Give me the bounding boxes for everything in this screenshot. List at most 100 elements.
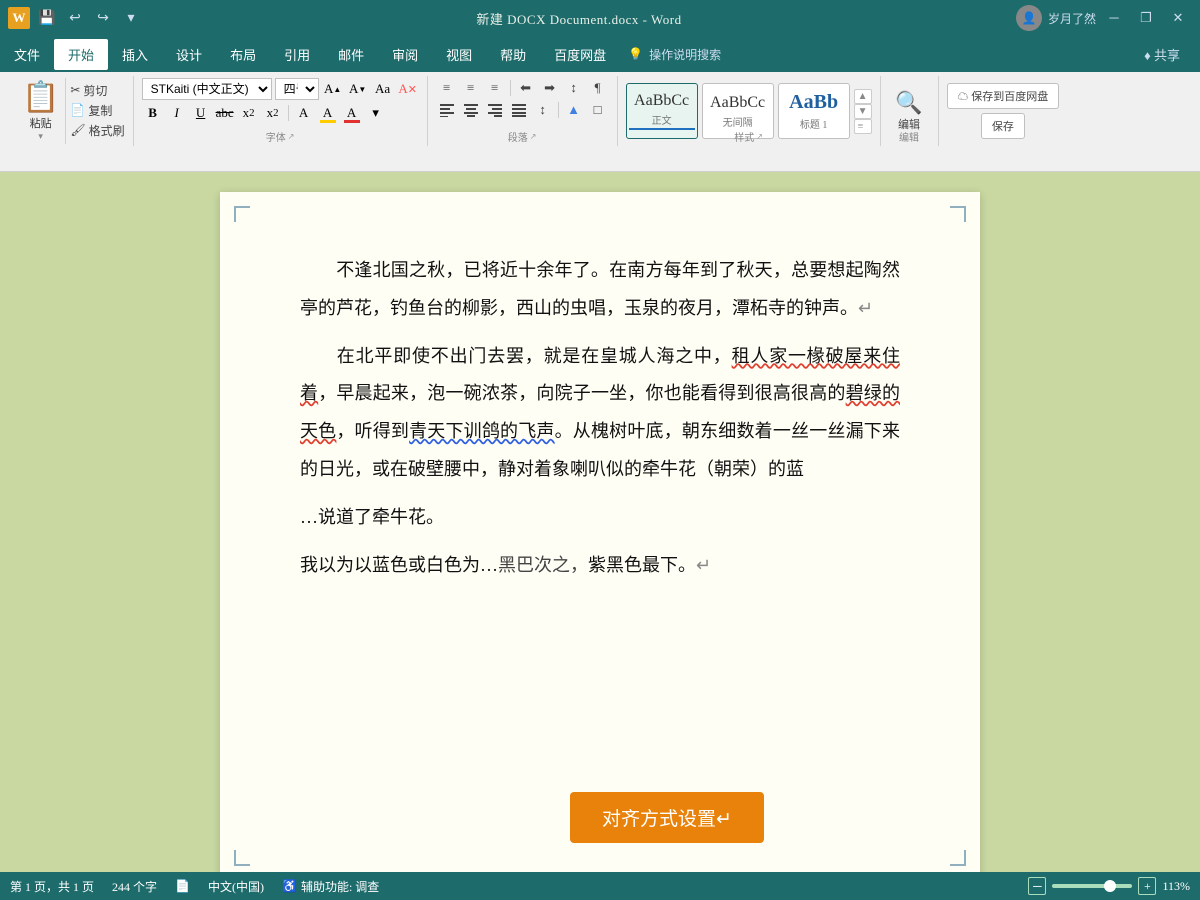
menu-layout[interactable]: 布局 bbox=[216, 39, 270, 70]
paragraph-4[interactable]: 我以为以蓝色或白色为…黑巴次之，紫黑色最下。↵ bbox=[300, 547, 900, 585]
increase-indent-btn[interactable]: ➡ bbox=[539, 78, 561, 98]
font-row2: B I U abc x2 x2 A A A ▾ bbox=[142, 102, 419, 124]
menu-review[interactable]: 审阅 bbox=[378, 39, 432, 70]
menu-home[interactable]: 开始 bbox=[54, 39, 108, 70]
baidu-save-group: ☁ 保存到百度网盘 保存 bbox=[939, 76, 1068, 146]
restore-btn[interactable]: ❐ bbox=[1132, 5, 1160, 31]
font-size-select[interactable]: 四号 bbox=[275, 78, 319, 100]
para-group-label: 段落 ↗ bbox=[428, 129, 617, 144]
change-case-btn[interactable]: Aa bbox=[372, 78, 394, 100]
styles-scroll-up[interactable]: ▲ bbox=[854, 89, 872, 104]
align-right-btn[interactable] bbox=[484, 100, 506, 120]
strikethrough-btn[interactable]: abc bbox=[214, 102, 236, 124]
minimize-btn[interactable]: ─ bbox=[1100, 5, 1128, 31]
font-family-select[interactable]: STKaiti (中文正文) bbox=[142, 78, 272, 100]
close-btn[interactable]: ✕ bbox=[1164, 5, 1192, 31]
sep3 bbox=[558, 102, 559, 118]
format-painter-btn[interactable]: 🖌 格式刷 bbox=[70, 122, 124, 139]
clear-format-btn[interactable]: A✕ bbox=[397, 78, 419, 100]
document-text[interactable]: 不逢北国之秋，已将近十余年了。在南方每年到了秋天，总要想起陶然亭的芦花，钓鱼台的… bbox=[300, 252, 900, 489]
bullets-btn[interactable]: ≡ bbox=[436, 78, 458, 98]
align-center-btn[interactable] bbox=[460, 100, 482, 120]
app-window: W 💾 ↩ ↪ ▾ 新建 DOCX Document.docx - Word 👤… bbox=[0, 0, 1200, 900]
justify-btn[interactable] bbox=[508, 100, 530, 120]
zoom-minus-btn[interactable]: ─ bbox=[1028, 877, 1046, 895]
shading-btn[interactable]: ▲ bbox=[563, 100, 585, 120]
cut-icon: ✂ bbox=[70, 83, 80, 98]
paragraph-mark-4: ↵ bbox=[696, 555, 711, 575]
cut-btn[interactable]: ✂ 剪切 bbox=[70, 82, 124, 99]
italic-btn[interactable]: I bbox=[166, 102, 188, 124]
text-effect-btn[interactable]: A bbox=[293, 102, 315, 124]
align-right-icon bbox=[487, 103, 503, 117]
align-center-icon bbox=[463, 103, 479, 117]
shrink-font-btn[interactable]: A▼ bbox=[347, 78, 369, 100]
font-color-dropdown-btn[interactable]: ▾ bbox=[365, 102, 387, 124]
customize-btn[interactable]: ▾ bbox=[120, 7, 142, 29]
menu-view[interactable]: 视图 bbox=[432, 39, 486, 70]
style-heading1-preview: AaBb bbox=[789, 91, 838, 114]
subscript-btn[interactable]: x2 bbox=[238, 102, 260, 124]
search-label: 操作说明搜索 bbox=[649, 46, 721, 63]
text-highlight-btn[interactable]: A bbox=[317, 102, 339, 124]
paragraph-3[interactable]: …说道了牵牛花。 bbox=[300, 499, 900, 537]
underline-btn[interactable]: U bbox=[190, 102, 212, 124]
font-expand-icon[interactable]: ↗ bbox=[288, 132, 295, 141]
copy-label: 复制 bbox=[88, 102, 112, 119]
document-page[interactable]: 不逢北国之秋，已将近十余年了。在南方每年到了秋天，总要想起陶然亭的芦花，钓鱼台的… bbox=[220, 192, 980, 880]
show-marks-btn[interactable]: ¶ bbox=[587, 78, 609, 98]
share-button[interactable]: ♦ 共享 bbox=[1132, 41, 1192, 68]
undo-btn[interactable]: ↩ bbox=[64, 7, 86, 29]
paragraph-2[interactable]: 在北平即使不出门去罢，就是在皇城人海之中，租人家一椽破屋来住着，早晨起来，泡一碗… bbox=[300, 338, 900, 489]
copy-btn[interactable]: 📄 复制 bbox=[70, 102, 124, 119]
menu-mailings[interactable]: 邮件 bbox=[324, 39, 378, 70]
separator bbox=[288, 105, 289, 121]
multilevel-btn[interactable]: ≡ bbox=[484, 78, 506, 98]
paragraph-group: ≡ ≡ ≡ ⬅ ➡ ↕ ¶ bbox=[428, 76, 618, 146]
sort-btn[interactable]: ↕ bbox=[563, 78, 585, 98]
save-btn[interactable]: 保存 bbox=[981, 113, 1025, 139]
style-normal-preview: AaBbCc bbox=[634, 92, 689, 110]
para-expand-icon[interactable]: ↗ bbox=[530, 132, 537, 141]
bold-btn[interactable]: B bbox=[142, 102, 164, 124]
menu-baidu[interactable]: 百度网盘 bbox=[540, 39, 620, 70]
style-no-spacing-label: 无间隔 bbox=[723, 114, 753, 129]
highlight-icon: A bbox=[323, 105, 332, 121]
search-icon: 🔍 bbox=[895, 90, 922, 116]
zoom-plus-btn[interactable]: + bbox=[1138, 877, 1156, 895]
menu-insert[interactable]: 插入 bbox=[108, 39, 162, 70]
paste-btn[interactable]: 📋 粘贴 ▾ bbox=[16, 78, 66, 144]
title-bar: W 💾 ↩ ↪ ▾ 新建 DOCX Document.docx - Word 👤… bbox=[0, 0, 1200, 36]
app-icon: W bbox=[8, 7, 30, 29]
border-btn[interactable]: □ bbox=[587, 100, 609, 120]
styles-scroll-down[interactable]: ▼ bbox=[854, 104, 872, 119]
menu-file[interactable]: 文件 bbox=[0, 39, 54, 70]
styles-scroll-btns: ▲ ▼ ≡ bbox=[854, 89, 872, 134]
user-area: 👤 岁月了然 bbox=[1016, 5, 1096, 31]
menu-references[interactable]: 引用 bbox=[270, 39, 324, 70]
zoom-slider-thumb[interactable] bbox=[1104, 880, 1116, 892]
line-spacing-btn[interactable]: ↕ bbox=[532, 100, 554, 120]
cut-label: 剪切 bbox=[83, 82, 107, 99]
word-count-item: 244 个字 bbox=[112, 878, 157, 895]
decrease-indent-btn[interactable]: ⬅ bbox=[515, 78, 537, 98]
document-text-2[interactable]: …说道了牵牛花。 我以为以蓝色或白色为…黑巴次之，紫黑色最下。↵ bbox=[300, 499, 900, 585]
para-row1: ≡ ≡ ≡ ⬅ ➡ ↕ ¶ bbox=[436, 78, 609, 98]
grow-font-btn[interactable]: A▲ bbox=[322, 78, 344, 100]
doc-icon: 📄 bbox=[175, 879, 190, 894]
paragraph-1[interactable]: 不逢北国之秋，已将近十余年了。在南方每年到了秋天，总要想起陶然亭的芦花，钓鱼台的… bbox=[300, 252, 900, 328]
font-color-btn[interactable]: A bbox=[341, 102, 363, 124]
menu-help[interactable]: 帮助 bbox=[486, 39, 540, 70]
font-group: STKaiti (中文正文) 四号 A▲ A▼ Aa A✕ B I U abc … bbox=[134, 76, 428, 146]
save-quick-btn[interactable]: 💾 bbox=[36, 7, 58, 29]
superscript-btn[interactable]: x2 bbox=[262, 102, 284, 124]
menu-design[interactable]: 设计 bbox=[162, 39, 216, 70]
numbering-btn[interactable]: ≡ bbox=[460, 78, 482, 98]
align-left-btn[interactable] bbox=[436, 100, 458, 120]
styles-expand-icon[interactable]: ↗ bbox=[756, 132, 763, 141]
accessibility-item[interactable]: ♿ 辅助功能: 调查 bbox=[282, 878, 379, 895]
zoom-level-text: 113% bbox=[1162, 879, 1190, 894]
zoom-slider[interactable] bbox=[1052, 884, 1132, 888]
redo-btn[interactable]: ↪ bbox=[92, 7, 114, 29]
baidu-save-btn[interactable]: ☁ 保存到百度网盘 bbox=[947, 83, 1060, 109]
